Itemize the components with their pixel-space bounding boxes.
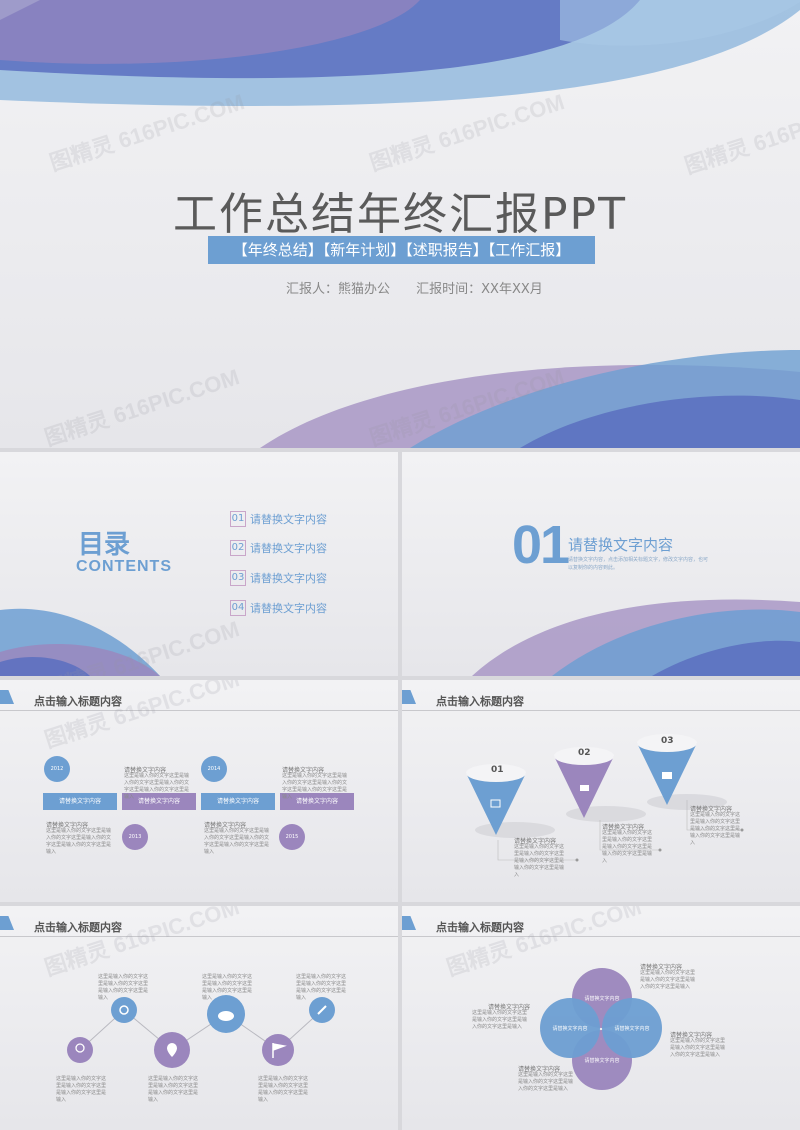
- section-description: 请替换文字内容，点击添加相关标题文字，修改文字内容，也可以复制你的内容到此。: [568, 557, 709, 571]
- cones-slide[interactable]: 点击输入标题内容 01 02 03 请替换文字内容 这里是输入你的文字这里是输入…: [402, 680, 800, 902]
- timeline-bar: 请替换文字内容: [201, 793, 275, 810]
- note-text: 这里是输入你的文字这里是输入你的文字这里是输入你的文字这里是输入: [148, 1076, 199, 1103]
- cycle-circle: 请替换文字内容: [540, 998, 600, 1058]
- toc-item-number: 02: [230, 540, 246, 556]
- cone-number: 01: [491, 765, 504, 775]
- toc-item-label: 请替换文字内容: [250, 572, 327, 585]
- note-text: 这里是输入你的文字这里是输入你的文字这里是输入你的文字这里是输入你的文字这里是输…: [514, 844, 565, 878]
- year-circle: 2015: [279, 824, 305, 850]
- note-text: 这里是输入你的文字这里是输入你的文字这里是输入你的文字这里是输入你的文字这里是输…: [602, 830, 653, 864]
- cone-number: 03: [661, 736, 674, 746]
- header-tab: [0, 690, 14, 704]
- section-slide[interactable]: 01 请替换文字内容 请替换文字内容，点击添加相关标题文字，修改文字内容，也可以…: [402, 452, 800, 676]
- toc-item-number: 03: [230, 570, 246, 586]
- circles-slide[interactable]: 点击输入标题内容 图精灵 616PIC.COM 请替换文字内容 请替换文字内容 …: [402, 906, 800, 1130]
- note-text: 这里是输入你的文字这里是输入你的文字这里是输入你的文字这里是输入: [670, 1038, 726, 1058]
- timeline-bar: 请替换文字内容: [43, 793, 117, 810]
- cones-graphic: [466, 734, 744, 862]
- note-text: 这里是输入你的文字这里是输入你的文字这里是输入你的文字这里是输入: [98, 974, 149, 1001]
- year-circle: 2014: [201, 756, 227, 782]
- note-text: 这里是输入你的文字这里是输入你的文字这里是输入你的文字这里是输入: [56, 1076, 107, 1103]
- year-circle: 2013: [122, 824, 148, 850]
- toc-item[interactable]: 01 请替换文字内容: [230, 511, 327, 527]
- cover-slide[interactable]: 图精灵 616PIC.COM 图精灵 616PIC.COM 图精灵 616PIC…: [0, 0, 800, 448]
- slide-header: 点击输入标题内容: [436, 921, 524, 934]
- section-number: 01: [512, 515, 570, 575]
- cover-tags: 【年终总结】【新年计划】【述职报告】【工作汇报】: [208, 236, 595, 264]
- note-text: 这里是输入你的文字这里是输入你的文字这里是输入你的文字这里是输入: [296, 974, 347, 1001]
- toc-slide[interactable]: 图精灵 616PIC.COM 目录 CONTENTS 01 请替换文字内容 02…: [0, 452, 398, 676]
- header-divider: [402, 936, 800, 937]
- note-text: 这里是输入你的文字这里是输入你的文字这里是输入你的文字这里是输入你的文字这里是输…: [204, 828, 270, 855]
- toc-title: 目录: [78, 530, 131, 560]
- year-circle: 2012: [44, 756, 70, 782]
- toc-item-label: 请替换文字内容: [250, 542, 327, 555]
- report-time: 汇报时间：XX年XX月: [416, 282, 543, 297]
- note-text: 这里是输入你的文字这里是输入你的文字这里是输入你的文字这里是输入你的文字这里是输…: [46, 828, 112, 855]
- note-text: 这里是输入你的文字这里是输入你的文字这里是输入你的文字这里是输入你的文字这里是输…: [282, 773, 348, 800]
- cover-meta: 汇报人：熊猫办公 汇报时间：XX年XX月: [286, 278, 565, 297]
- cone-number: 02: [578, 748, 591, 758]
- toc-item-label: 请替换文字内容: [250, 513, 327, 526]
- note-text: 这里是输入你的文字这里是输入你的文字这里是输入你的文字这里是输入: [472, 1010, 528, 1030]
- toc-waves: [0, 608, 160, 676]
- toc-item[interactable]: 03 请替换文字内容: [230, 570, 327, 586]
- note-text: 这里是输入你的文字这里是输入你的文字这里是输入你的文字这里是输入: [518, 1072, 574, 1092]
- note-text: 这里是输入你的文字这里是输入你的文字这里是输入你的文字这里是输入: [640, 970, 696, 990]
- toc-item-label: 请替换文字内容: [250, 602, 327, 615]
- note-text: 这里是输入你的文字这里是输入你的文字这里是输入你的文字这里是输入: [202, 974, 253, 1001]
- toc-item[interactable]: 02 请替换文字内容: [230, 540, 327, 556]
- toc-item-number: 04: [230, 600, 246, 616]
- reporter: 汇报人：熊猫办公: [286, 282, 391, 297]
- header-divider: [0, 710, 398, 711]
- slide-header: 点击输入标题内容: [34, 695, 122, 708]
- note-text: 这里是输入你的文字这里是输入你的文字这里是输入你的文字这里是输入你的文字这里是输…: [690, 812, 741, 846]
- toc-item-number: 01: [230, 511, 246, 527]
- toc-subtitle: CONTENTS: [76, 558, 172, 575]
- note-text: 这里是输入你的文字这里是输入你的文字这里是输入你的文字这里是输入: [258, 1076, 309, 1103]
- cycle-circle: 请替换文字内容: [602, 998, 662, 1058]
- header-tab: [402, 916, 416, 930]
- section-heading: 请替换文字内容: [568, 536, 674, 554]
- watermark: 图精灵 616PIC.COM: [41, 680, 243, 753]
- timeline-slide[interactable]: 点击输入标题内容 图精灵 616PIC.COM 2012 2013 2014 2…: [0, 680, 398, 902]
- note-text: 这里是输入你的文字这里是输入你的文字这里是输入你的文字这里是输入你的文字这里是输…: [124, 773, 190, 800]
- toc-item[interactable]: 04 请替换文字内容: [230, 600, 327, 616]
- icon-chain-slide[interactable]: 点击输入标题内容 图精灵 616PIC.COM 这里是输入你的文字这里是输入你的…: [0, 906, 398, 1130]
- cover-title: 工作总结年终汇报PPT: [173, 189, 627, 240]
